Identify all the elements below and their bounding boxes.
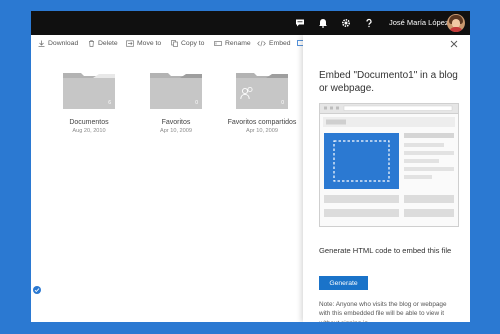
folder-count: 0	[281, 100, 284, 106]
feedback-icon[interactable]	[289, 11, 311, 35]
panel-title: Embed "Documento1" in a blog or webpage.	[319, 70, 458, 94]
folder-name: Documentos	[69, 119, 109, 126]
folder-icon: 6	[63, 71, 115, 109]
shared-folder-icon: 0	[236, 71, 288, 109]
move-to-button[interactable]: Move to	[126, 35, 161, 51]
rename-icon	[214, 40, 222, 47]
delete-button[interactable]: Delete	[88, 35, 118, 51]
folder-grid: 6 Documentos Aug 20, 2010 0 Favoritos Ap…	[31, 51, 303, 322]
folder-count: 0	[195, 100, 198, 106]
embed-note: Note: Anyone who visits the blog or webp…	[319, 301, 447, 322]
folder-name: Favoritos	[161, 119, 191, 126]
close-icon[interactable]	[449, 39, 459, 49]
copy-to-button[interactable]: Copy to	[171, 35, 204, 51]
command-bar: Download Delete Move to Copy to Rename E…	[31, 35, 304, 51]
folder-tile-favoritos[interactable]: 0 Favoritos Apr 10, 2009	[138, 71, 214, 134]
embed-icon	[257, 40, 266, 47]
download-icon	[38, 40, 45, 47]
folder-icon: 0	[150, 71, 202, 109]
embed-panel: Embed "Documento1" in a blog or webpage.	[303, 35, 470, 322]
embed-illustration	[319, 103, 459, 227]
generate-button[interactable]: Generate	[319, 276, 368, 290]
embed-label: Embed	[269, 39, 291, 47]
move-icon	[126, 39, 134, 47]
folder-date: Apr 10, 2009	[245, 128, 279, 134]
delete-label: Delete	[98, 39, 118, 47]
move-to-label: Move to	[137, 39, 162, 47]
folder-date: Apr 10, 2009	[159, 128, 193, 134]
settings-icon[interactable]	[335, 11, 357, 35]
folder-name: Favoritos compartidos	[227, 119, 297, 126]
embed-button[interactable]: Embed	[257, 35, 291, 51]
download-label: Download	[48, 39, 79, 47]
copy-to-label: Copy to	[181, 39, 205, 47]
rename-label: Rename	[225, 39, 251, 47]
download-button[interactable]: Download	[38, 35, 78, 51]
folder-date: Aug 20, 2010	[72, 128, 106, 134]
selected-check-icon[interactable]	[33, 286, 41, 294]
help-icon[interactable]	[358, 11, 380, 35]
folder-tile-documentos[interactable]: 6 Documentos Aug 20, 2010	[51, 71, 127, 134]
trash-icon	[88, 39, 95, 47]
folder-count: 6	[108, 100, 111, 106]
copy-icon	[171, 39, 178, 47]
onedrive-window: José María López Download Delete Move to…	[31, 11, 470, 322]
top-bar: José María López	[31, 11, 470, 35]
generate-description: Generate HTML code to embed this file	[319, 246, 452, 255]
notifications-icon[interactable]	[312, 11, 334, 35]
user-name[interactable]: José María López	[389, 18, 449, 27]
avatar[interactable]	[447, 14, 465, 32]
folder-tile-favoritos-compartidos[interactable]: 0 Favoritos compartidos Apr 10, 2009	[224, 71, 300, 134]
rename-button[interactable]: Rename	[214, 35, 251, 51]
